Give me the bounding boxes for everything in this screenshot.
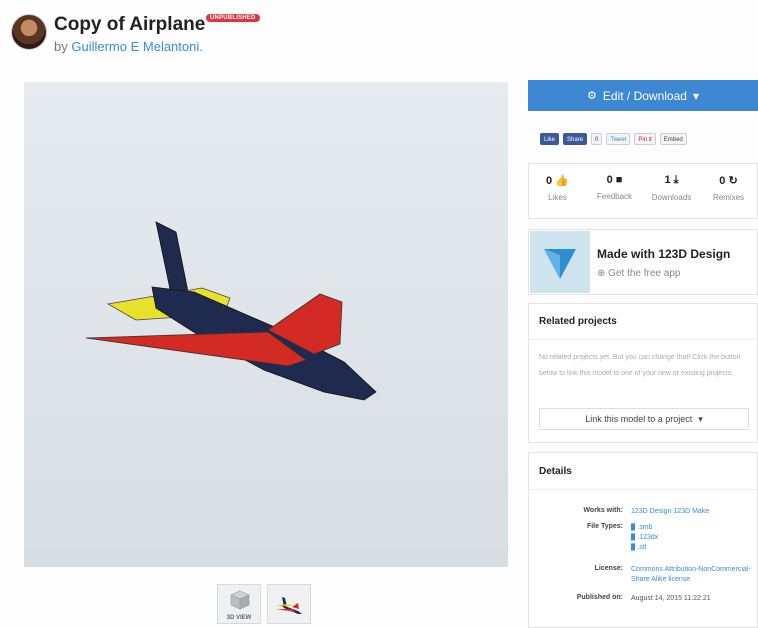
model-viewer[interactable] [24,82,508,567]
likes-label: Likes [548,193,567,202]
edit-download-button[interactable]: ⚙ Edit / Download ▾ [528,80,758,111]
tweet-button[interactable]: Tweet [606,133,631,145]
facebook-share-button[interactable]: Share [563,133,588,145]
byline-prefix: by [54,39,68,54]
edit-download-label: Edit / Download [602,88,687,103]
embed-button[interactable]: Embed [659,133,687,145]
file-type-link[interactable]: .smb [631,523,751,533]
social-share-bar: Like Share 0 Tweet Pin it Embed [540,133,687,145]
thumb-3d-view[interactable]: 3D VIEW [217,584,261,624]
stat-downloads[interactable]: 1 ⤓ Downloads [643,164,700,218]
related-projects-card: Related projects No related projects yet… [528,303,758,443]
details-card: Details Works with: 123D Design 123D Mak… [528,452,758,628]
like-icon: 👍 [555,175,569,187]
remix-icon: ↻ [728,175,738,187]
facebook-like-button[interactable]: Like [540,133,560,145]
comment-icon: ■ [615,174,623,186]
chevron-down-icon: ▾ [698,413,703,424]
airplane-thumb-icon [276,597,302,614]
related-heading: Related projects [539,316,617,327]
viewer-thumbnails: 3D VIEW [217,584,311,624]
likes-count: 0 [546,175,553,187]
pinit-button[interactable]: Pin it [634,133,656,145]
chevron-down-icon: ▾ [692,88,699,103]
page: Copy of Airplane UNPUBLISHED by Guillerm… [0,0,758,628]
made-with-card: Made with 123D Design ⊕ Get the free app [528,229,758,295]
byline: by Guillermo E Melantoni. [54,39,203,54]
feedback-count: 0 [606,174,613,186]
remixes-count: 0 [719,175,726,187]
published-date: August 14, 2015 11:22:21 [631,595,711,602]
airplane-model [85,221,377,401]
file-types-list: .smb .123dx .stl [631,523,751,553]
thumb-airplane[interactable] [267,584,311,624]
stats-bar: 0 👍 Likes 0 ■ Feedback 1 ⤓ Downloads 0 ↻… [528,163,758,219]
download-circle-icon: ⊕ [597,268,606,279]
related-text: No related projects yet. But you can cha… [539,354,741,377]
author-link[interactable]: Guillermo E Melantoni. [71,39,203,54]
share-count: 0 [591,133,603,145]
works-with-value[interactable]: 123D Design 123D Make [631,507,751,517]
file-type-link[interactable]: .123dx [631,533,751,543]
unpublished-badge: UNPUBLISHED [206,14,260,22]
link-to-project-label: Link this model to a project [585,414,693,424]
thumb-3d-label: 3D VIEW [226,615,252,621]
works-with-label: Works with: [583,507,623,514]
gear-icon: ⚙ [587,90,597,102]
divider [529,489,757,490]
file-types-label: File Types: [586,523,623,530]
download-icon: ⤓ [673,174,679,186]
cube-icon [230,590,250,610]
downloads-label: Downloads [651,193,692,202]
design-app-icon [544,249,576,279]
author-avatar[interactable] [11,14,47,50]
license-link[interactable]: Commons Attribution-NonCommercial-Share … [631,565,751,585]
feedback-label: Feedback [596,192,633,201]
made-with-title: Made with 123D Design [597,247,731,261]
license-label: License: [594,565,623,572]
details-heading: Details [539,466,572,477]
divider [529,339,757,340]
downloads-count: 1 [664,174,671,186]
stat-remixes[interactable]: 0 ↻ Remixes [700,164,757,218]
get-app-link[interactable]: ⊕ Get the free app [597,268,680,279]
stat-likes[interactable]: 0 👍 Likes [529,164,586,218]
link-to-project-button[interactable]: Link this model to a project ▾ [539,408,749,430]
stat-feedback[interactable]: 0 ■ Feedback [586,164,643,218]
123d-design-logo [530,231,590,293]
file-type-link[interactable]: .stl [631,543,751,553]
page-title: Copy of Airplane [54,14,206,35]
published-label: Published on: [576,594,623,601]
get-app-label: Get the free app [608,268,681,279]
remixes-label: Remixes [712,193,745,202]
